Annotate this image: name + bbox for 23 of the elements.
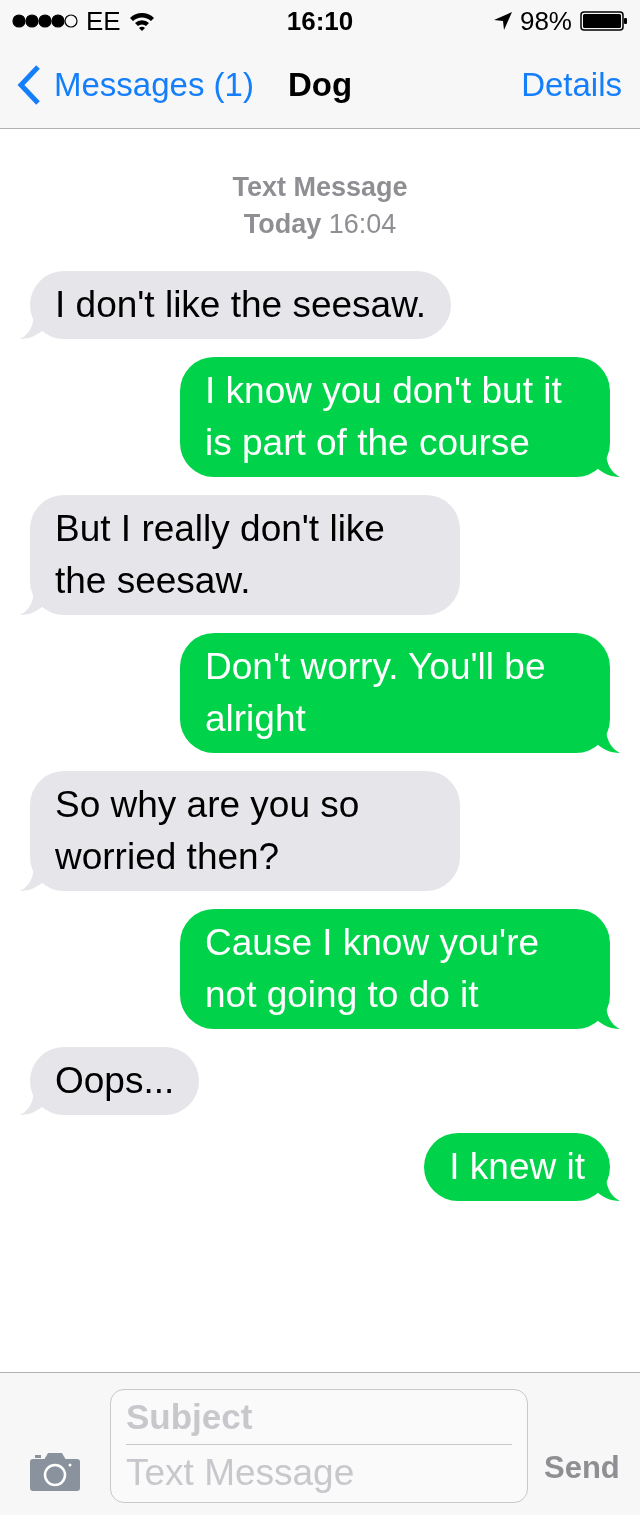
status-time: 16:10 xyxy=(286,4,354,38)
send-button[interactable]: Send xyxy=(544,1444,620,1503)
received-message-bubble: But I really don't like the seesaw. xyxy=(30,495,460,615)
signal-strength-icon xyxy=(12,14,78,28)
sent-message-bubble: I know you don't but it is part of the course xyxy=(180,357,610,477)
carrier-name: EE xyxy=(86,4,121,38)
received-message-bubble: Oops... xyxy=(30,1047,200,1115)
sent-message-bubble: Cause I know you're not going to do it xyxy=(180,909,610,1029)
back-button[interactable]: Messages (1) xyxy=(16,60,254,110)
details-button[interactable]: Details xyxy=(521,60,622,110)
sent-message-bubble: Don't worry. You'll be alright xyxy=(180,633,610,753)
message-timestamp: Today 16:04 xyxy=(243,208,397,241)
location-arrow-icon xyxy=(493,12,512,30)
received-message-bubble: I don't like the seesaw. xyxy=(30,271,452,339)
message-service-label: Text Message xyxy=(232,171,408,204)
conversation-title: Dog xyxy=(287,65,353,106)
battery-icon xyxy=(580,11,628,31)
sent-message-bubble: I knew it xyxy=(424,1133,610,1201)
wifi-icon xyxy=(128,11,155,31)
back-chevron-icon xyxy=(16,64,42,106)
received-message-bubble: So why are you so worried then? xyxy=(30,771,460,891)
camera-icon[interactable] xyxy=(30,1453,80,1491)
battery-percentage: 98% xyxy=(519,4,572,38)
